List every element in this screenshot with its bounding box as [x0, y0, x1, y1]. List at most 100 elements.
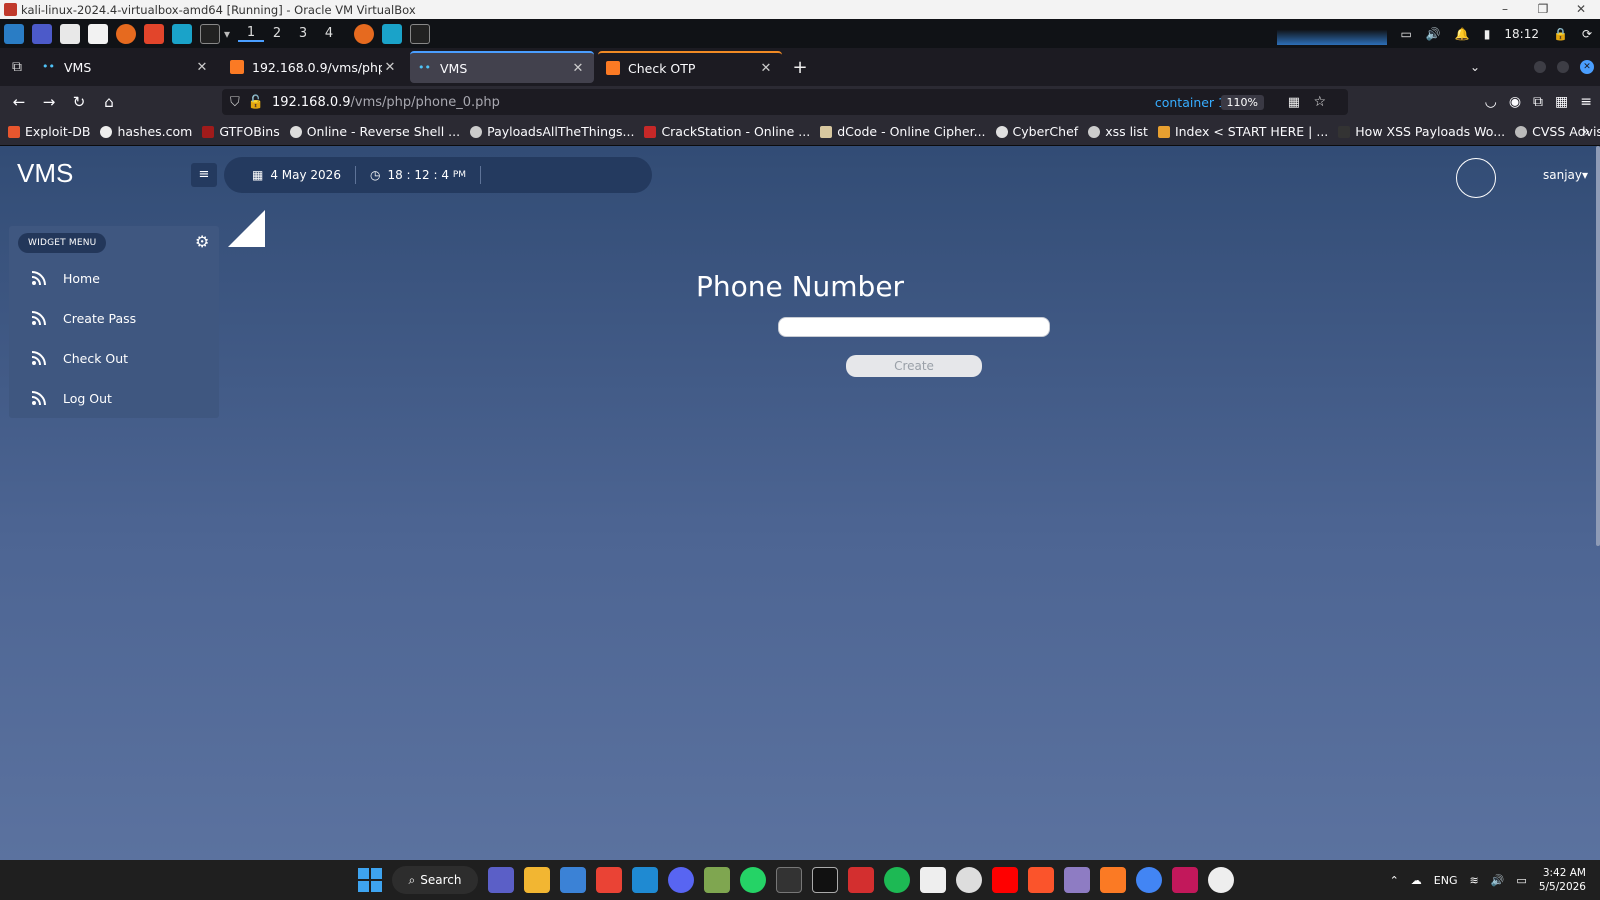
windows-start-icon[interactable]	[358, 868, 382, 892]
extensions-icon[interactable]: ⧉	[1533, 94, 1543, 110]
battery-icon[interactable]: ▮	[1484, 27, 1491, 41]
onedrive-icon[interactable]: ☁	[1411, 874, 1422, 887]
new-tab-icon[interactable]: +	[786, 57, 814, 78]
workspace-3[interactable]: 3	[290, 26, 316, 41]
chatgpt-icon[interactable]	[1208, 867, 1234, 893]
close-circle-icon[interactable]: ✕	[1580, 60, 1594, 74]
close-tab-icon[interactable]: ✕	[570, 61, 586, 76]
grid-icon[interactable]: ▦	[1288, 95, 1300, 110]
bookmark-xss-payloads[interactable]: How XSS Payloads Wo...	[1338, 124, 1505, 139]
youtube-icon[interactable]	[992, 867, 1018, 893]
bookmark-cyberchef[interactable]: CyberChef	[995, 124, 1078, 139]
teams-icon[interactable]	[488, 867, 514, 893]
sidebar-item-create-pass[interactable]: Create Pass	[9, 298, 219, 338]
workspace-2[interactable]: 2	[264, 26, 290, 41]
brand-title[interactable]: VMS	[17, 158, 73, 189]
forward-icon[interactable]: →	[34, 93, 64, 111]
spotify-icon[interactable]	[884, 867, 910, 893]
discord-icon[interactable]	[668, 867, 694, 893]
tab-vms-active[interactable]: •• VMS ✕	[410, 51, 594, 83]
tab-folder[interactable]: 192.168.0.9/vms/php/fold ✕	[222, 51, 406, 83]
vscode-icon[interactable]	[632, 867, 658, 893]
bookmark-star-icon[interactable]: ☆	[1313, 94, 1326, 110]
wifi-icon[interactable]: ≋	[1470, 874, 1479, 887]
list-tabs-icon[interactable]: ⌄	[1470, 60, 1480, 74]
home-icon[interactable]: ⌂	[94, 93, 124, 111]
display-icon[interactable]: ▭	[1401, 27, 1412, 41]
volume-icon[interactable]: 🔊	[1491, 874, 1505, 887]
apps-icon[interactable]: ▦	[1555, 94, 1568, 110]
lock-icon[interactable]: 🔓	[248, 95, 264, 110]
minimize-button[interactable]: –	[1486, 0, 1524, 19]
brave-icon[interactable]	[1028, 867, 1054, 893]
terminal-icon[interactable]	[200, 23, 220, 44]
gear-icon[interactable]: ⚙	[195, 232, 209, 251]
tab-check-otp[interactable]: Check OTP ✕	[598, 51, 782, 83]
battery-icon[interactable]: ▭	[1516, 874, 1526, 887]
avatar[interactable]	[1456, 158, 1496, 198]
close-tab-icon[interactable]: ✕	[382, 60, 398, 75]
url-bar[interactable]: ⛉ 🔓 192.168.0.9/vms/php/phone_0.php cont…	[222, 89, 1348, 115]
obsidian-icon[interactable]	[1064, 867, 1090, 893]
phone-number-input[interactable]	[778, 317, 1050, 337]
burp-window-icon[interactable]	[382, 23, 403, 44]
taskbar-clock[interactable]: 3:42 AM 5/5/2026	[1539, 866, 1586, 894]
close-window-button[interactable]: ✕	[1562, 0, 1600, 19]
account-icon[interactable]: ◉	[1509, 94, 1521, 110]
shield-icon[interactable]: ⛉	[230, 95, 240, 110]
panel-clock[interactable]: 18:12	[1504, 27, 1539, 41]
volume-icon[interactable]: 🔊	[1426, 27, 1441, 41]
back-icon[interactable]: ←	[4, 93, 34, 111]
user-dropdown[interactable]: sanjay▾	[1543, 168, 1588, 182]
workspace-4[interactable]: 4	[316, 26, 342, 41]
file-explorer-icon[interactable]	[524, 867, 550, 893]
restore-button[interactable]: ❐	[1524, 0, 1562, 19]
anthropic-icon[interactable]	[920, 867, 946, 893]
minimize-circle-icon[interactable]	[1534, 61, 1546, 73]
bookmark-hashes[interactable]: hashes.com	[100, 124, 192, 139]
menu-icon[interactable]: ≡	[1580, 94, 1592, 110]
bookmark-payloads[interactable]: PayloadsAllTheThings...	[470, 124, 634, 139]
tab-overview-icon[interactable]: ⧉	[0, 59, 34, 75]
reload-icon[interactable]: ↻	[64, 93, 94, 111]
tab-vms-1[interactable]: •• VMS ✕	[34, 51, 218, 83]
whatsapp-icon[interactable]	[740, 867, 766, 893]
container-label[interactable]: container 1	[1155, 95, 1226, 110]
create-button[interactable]: Create	[846, 355, 982, 377]
terminal-icon[interactable]	[776, 867, 802, 893]
bookmark-exploit-db[interactable]: Exploit-DB	[8, 124, 90, 139]
page-scrollbar[interactable]	[1596, 146, 1600, 546]
close-tab-icon[interactable]: ✕	[758, 61, 774, 76]
firefox-window-icon[interactable]	[354, 23, 375, 44]
chevron-down-icon[interactable]: ▾	[224, 27, 230, 41]
sidebar-item-log-out[interactable]: Log Out	[9, 378, 219, 418]
terminal-window-icon[interactable]	[410, 23, 431, 44]
bookmark-start-here[interactable]: Index < START HERE | ...	[1157, 124, 1328, 139]
lock-icon[interactable]: 🔒	[1553, 27, 1568, 41]
store-icon[interactable]	[560, 867, 586, 893]
chess-icon[interactable]	[704, 867, 730, 893]
taskbar-search[interactable]: ⌕ Search	[392, 866, 478, 894]
hamburger-menu-button[interactable]: ≡	[191, 163, 217, 187]
bookmark-dcode[interactable]: dCode - Online Cipher...	[820, 124, 986, 139]
xampp-icon[interactable]	[1100, 867, 1126, 893]
brave-icon[interactable]	[144, 23, 164, 44]
pocket-icon[interactable]: ◡	[1485, 94, 1497, 110]
chevron-up-icon[interactable]: ⌃	[1390, 874, 1399, 887]
workspace-1[interactable]: 1	[238, 25, 265, 42]
power-icon[interactable]: ⟳	[1582, 27, 1592, 41]
virtualbox-icon[interactable]	[1172, 867, 1198, 893]
text-editor-icon[interactable]	[88, 23, 108, 44]
kali-menu-icon[interactable]	[4, 23, 24, 44]
github-icon[interactable]	[956, 867, 982, 893]
firefox-icon[interactable]	[116, 23, 136, 44]
bookmark-gtfobins[interactable]: GTFOBins	[202, 124, 280, 139]
gmail-icon[interactable]	[596, 867, 622, 893]
hackerrank-icon[interactable]	[848, 867, 874, 893]
notification-icon[interactable]: 🔔	[1455, 27, 1470, 41]
close-tab-icon[interactable]: ✕	[194, 60, 210, 75]
language-indicator[interactable]: ENG	[1434, 874, 1458, 887]
more-bookmarks-icon[interactable]: »	[1581, 124, 1590, 140]
burp-icon[interactable]	[172, 23, 192, 44]
sidebar-item-check-out[interactable]: Check Out	[9, 338, 219, 378]
